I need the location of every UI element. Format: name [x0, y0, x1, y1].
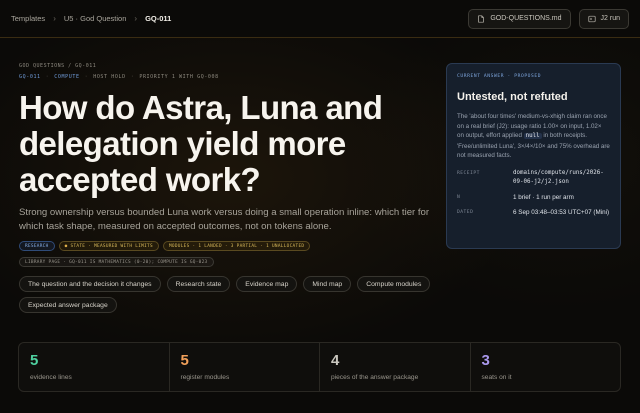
meta-domain: COMPUTE [54, 74, 80, 80]
stat-label: evidence lines [30, 374, 72, 381]
open-file-label: GOD-QUESTIONS.md [490, 15, 562, 22]
stat-label: seats on it [481, 374, 512, 381]
nav-research-state-button[interactable]: Research state [166, 276, 231, 292]
status-dot-icon: ● [64, 243, 68, 249]
status-chips: RESEARCH ● STATE · MEASURED WITH LIMITS M… [19, 241, 311, 251]
dated-value: 6 Sep 03:48–03:53 UTC+07 (Mini) [513, 208, 610, 216]
breadcrumb: Templates › U5 · God Question › GQ-011 [11, 14, 171, 23]
stats-panel: 5 evidence lines 5 register modules 4 pi… [18, 342, 621, 392]
state-badge: ● STATE · MEASURED WITH LIMITS [58, 241, 159, 251]
nav-evidence-map-button[interactable]: Evidence map [236, 276, 298, 292]
run-button[interactable]: J2 run [578, 8, 629, 29]
card-title: Untested, not refuted [457, 91, 568, 103]
n-label: N [457, 194, 461, 200]
open-file-button[interactable]: GOD-QUESTIONS.md [468, 8, 571, 29]
stat-label: pieces of the answer package [331, 374, 419, 381]
meta-line: GQ-011 · COMPUTE · HOST HOLD · PRIORITY … [19, 74, 219, 80]
meta-host: HOST HOLD [93, 74, 126, 80]
section-nav-row-1: The question and the decision it changes… [19, 276, 431, 292]
section-nav-row-2: Expected answer package [19, 297, 117, 313]
stat-evidence-lines: 5 evidence lines [19, 343, 170, 391]
page-title: How do Astra, Luna and delegation yield … [19, 89, 383, 198]
meta-id: GQ-011 [19, 74, 41, 80]
dated-row: DATED 6 Sep 03:48–03:53 UTC+07 (Mini) [457, 208, 610, 217]
modules-badge: MODULES · 1 LANDED · 3 PARTIAL · 1 UNALL… [162, 241, 311, 251]
page-subtitle: Strong ownership versus bounded Luna wor… [19, 207, 430, 232]
meta-priority: PRIORITY 1 WITH GQ-008 [139, 74, 219, 80]
stat-number: 5 [30, 352, 39, 369]
current-answer-card: CURRENT ANSWER · PROPOSED Untested, not … [446, 63, 621, 249]
card-body: The 'about four times' medium-vs-xhigh c… [457, 113, 610, 160]
stat-number: 3 [481, 352, 490, 369]
nav-expected-answer-button[interactable]: Expected answer package [19, 297, 117, 313]
breadcrumb-separator: › [53, 14, 56, 23]
stat-number: 4 [331, 352, 340, 369]
file-icon [478, 14, 485, 23]
stat-answer-pieces: 4 pieces of the answer package [320, 343, 471, 391]
nav-question-button[interactable]: The question and the decision it changes [19, 276, 161, 292]
stat-register-modules: 5 register modules [170, 343, 320, 391]
top-bar: Templates › U5 · God Question › GQ-011 G… [0, 0, 640, 38]
stat-number: 5 [180, 352, 189, 369]
n-value: 1 brief · 1 run per arm [513, 193, 574, 201]
breadcrumb-current: GQ-011 [145, 14, 172, 23]
stat-seats: 3 seats on it [471, 343, 621, 391]
nav-mind-map-button[interactable]: Mind map [303, 276, 352, 292]
library-badge: LIBRARY PAGE · GQ-011 IS MATHEMATICS (0-… [19, 257, 214, 267]
stat-label: register modules [180, 374, 230, 381]
run-label: J2 run [600, 15, 620, 22]
breadcrumb-god-question[interactable]: U5 · God Question [64, 14, 127, 23]
receipt-link[interactable]: domains/compute/runs/2026-09-06-j2/j2.js… [513, 169, 610, 187]
nav-compute-modules-button[interactable]: Compute modules [357, 276, 431, 292]
breadcrumb-templates[interactable]: Templates [11, 14, 45, 23]
n-row: N 1 brief · 1 run per arm [457, 193, 610, 202]
page-kicker: GOD QUESTIONS / GQ-011 [19, 63, 97, 69]
dated-label: DATED [457, 209, 474, 215]
breadcrumb-separator: › [134, 14, 138, 23]
receipt-row: RECEIPT domains/compute/runs/2026-09-06-… [457, 169, 610, 187]
receipt-label: RECEIPT [457, 170, 480, 176]
card-kicker: CURRENT ANSWER · PROPOSED [457, 74, 542, 79]
terminal-icon [587, 15, 596, 22]
null-code: null [523, 133, 542, 140]
research-badge: RESEARCH [19, 241, 55, 251]
state-badge-label: STATE · MEASURED WITH LIMITS [70, 243, 153, 249]
